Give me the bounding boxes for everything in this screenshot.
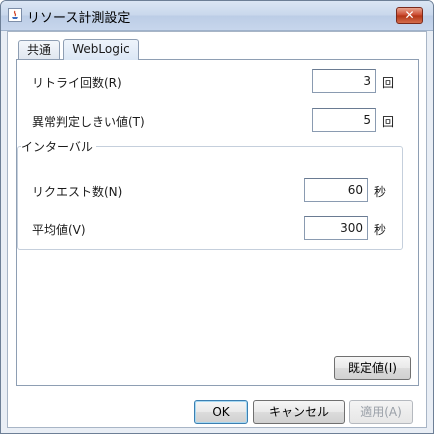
- average-field[interactable]: 300: [304, 216, 368, 240]
- threshold-label: 異常判定しきい値(T): [32, 115, 145, 129]
- interval-group-title: インターバル: [21, 138, 96, 155]
- request-count-label: リクエスト数(N): [32, 185, 123, 199]
- threshold-unit: 回: [382, 115, 395, 129]
- close-button[interactable]: ✕: [396, 7, 423, 24]
- retry-count-label: リトライ回数(R): [32, 76, 122, 90]
- ok-button[interactable]: OK: [194, 400, 248, 424]
- tab-panel-weblogic: リトライ回数(R) 3 回 異常判定しきい値(T) 5 回 インターバル リクエ…: [16, 59, 419, 386]
- average-label: 平均値(V): [32, 223, 86, 237]
- request-count-unit: 秒: [374, 185, 387, 199]
- interval-group: インターバル リクエスト数(N) 60 秒 平均値(V) 300 秒: [17, 138, 403, 250]
- tab-weblogic[interactable]: WebLogic: [63, 39, 139, 60]
- request-count-field[interactable]: 60: [304, 178, 368, 202]
- dialog-window: リソース計測設定 ✕ 共通 WebLogic リトライ回数(R) 3 回 異常判…: [0, 0, 434, 434]
- average-unit: 秒: [374, 223, 387, 237]
- tab-common[interactable]: 共通: [18, 40, 60, 60]
- threshold-field[interactable]: 5: [312, 108, 376, 132]
- retry-count-field[interactable]: 3: [312, 69, 376, 93]
- cancel-button[interactable]: キャンセル: [253, 400, 345, 424]
- apply-button[interactable]: 適用(A): [349, 400, 413, 424]
- window-title: リソース計測設定: [27, 11, 131, 26]
- java-app-icon: [8, 8, 22, 22]
- defaults-button[interactable]: 既定値(I): [334, 356, 411, 380]
- dialog-content: 共通 WebLogic リトライ回数(R) 3 回 異常判定しきい値(T) 5 …: [7, 31, 427, 428]
- title-bar[interactable]: リソース計測設定 ✕: [1, 1, 433, 31]
- retry-count-unit: 回: [382, 76, 395, 90]
